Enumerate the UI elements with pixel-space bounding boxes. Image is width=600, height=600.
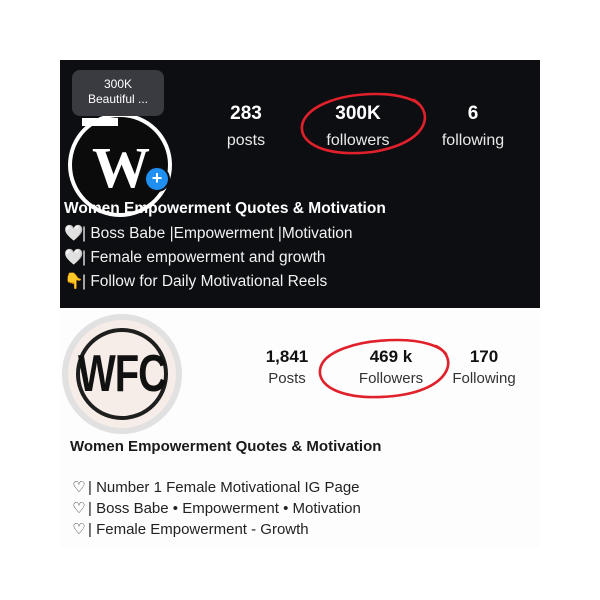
avatar-logo-bar [82, 118, 118, 126]
followers-label: Followers [358, 370, 424, 387]
avatar-ring: WFC [76, 328, 168, 420]
following-stat[interactable]: 170 Following [444, 346, 524, 387]
white-heart-icon: 🤍 [64, 225, 84, 242]
posts-label: Posts [268, 370, 306, 387]
following-label: Following [452, 370, 516, 387]
bio-line: 🤍| Boss Babe |Empowerment |Motivation [64, 225, 353, 242]
posts-stat[interactable]: 283 posts [218, 102, 274, 150]
profile-avatar[interactable]: WFC [62, 314, 182, 434]
followers-stat[interactable]: 300K followers [308, 102, 408, 150]
add-story-icon[interactable]: + [144, 166, 170, 192]
posts-count: 283 [230, 103, 262, 124]
posts-label: posts [226, 132, 266, 149]
heart-outline-icon: ♡ [72, 500, 86, 517]
followers-label: followers [326, 132, 390, 149]
following-count: 170 [469, 347, 499, 366]
pointing-down-icon: 👇 [64, 273, 84, 290]
followers-stat[interactable]: 469 k Followers [346, 346, 436, 387]
heart-outline-icon: ♡ [72, 479, 86, 496]
bio-line: 🤍| Female empowerment and growth [64, 249, 326, 266]
bio-line: ♡ | Boss Babe • Empowerment • Motivation [70, 499, 361, 517]
followers-count: 469 k [369, 347, 413, 366]
avatar-logo: W [72, 117, 168, 213]
bio-line: ♡ | Number 1 Female Motivational IG Page [70, 478, 359, 496]
tooltip-line-1: 300K [103, 77, 133, 91]
avatar-text: WFC [77, 344, 167, 402]
light-profile-header: WFC 1,841 Posts 469 k Followers 170 Foll… [60, 310, 540, 548]
following-label: following [441, 132, 505, 149]
heart-outline-icon: ♡ [72, 521, 86, 538]
tooltip-line-2: Beautiful ... [87, 92, 149, 106]
dark-profile-header: W + 300K Beautiful ... 283 posts 300K fo… [60, 60, 540, 308]
note-tooltip[interactable]: 300K Beautiful ... [72, 70, 164, 116]
white-heart-icon: 🤍 [64, 249, 84, 266]
posts-count: 1,841 [265, 347, 309, 366]
avatar-letter: W [92, 134, 150, 200]
following-count: 6 [467, 103, 479, 124]
avatar-logo: WFC [68, 320, 176, 428]
bio-line: ♡ | Female Empowerment - Growth [70, 520, 308, 538]
followers-count: 300K [335, 103, 381, 124]
profile-name: Women Empowerment Quotes & Motivation [64, 200, 386, 217]
posts-stat[interactable]: 1,841 Posts [252, 346, 322, 387]
bio-line: 👇| Follow for Daily Motivational Reels [64, 273, 328, 290]
following-stat[interactable]: 6 following [428, 102, 518, 150]
profile-name: Women Empowerment Quotes & Motivation [70, 438, 382, 455]
